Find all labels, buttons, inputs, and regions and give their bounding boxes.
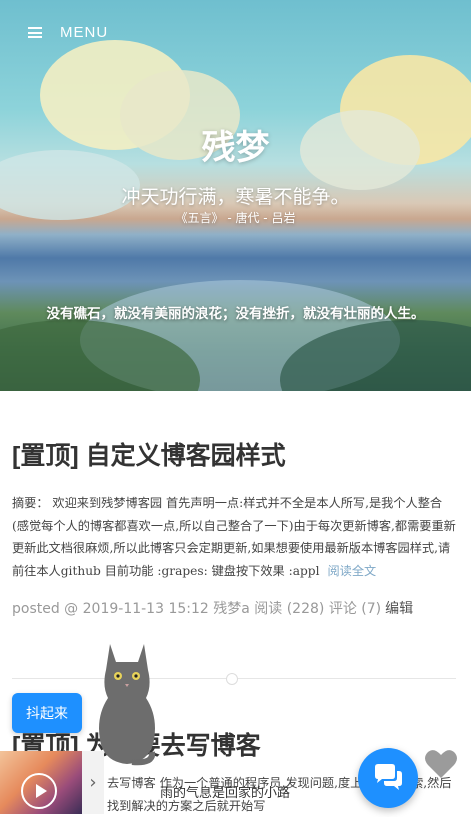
hamburger-icon: [28, 27, 42, 38]
cat-mascot-icon[interactable]: [92, 636, 162, 766]
post-title[interactable]: [置顶] 自定义博客园样式: [12, 436, 456, 472]
read-more-link[interactable]: 阅读全文: [327, 564, 376, 578]
menu-button[interactable]: MENU: [28, 24, 108, 41]
header-banner: MENU 残梦 冲天功行满，寒暑不能争。 《五言》 - 唐代 - 吕岩 没有礁石…: [0, 0, 471, 391]
post-summary-text: 摘要： 欢迎来到残梦博客园 首先声明一点:样式并不全是本人所写,是我个人整合(感…: [12, 496, 456, 578]
chat-bubbles-icon: [375, 764, 402, 790]
poem-line: 冲天功行满，寒暑不能争。: [121, 186, 350, 208]
motto-text: 没有礁石，就没有美丽的浪花；没有挫折，就没有壮丽的人生。: [46, 306, 425, 322]
post-meta: posted @ 2019-11-13 15:12 残梦a 阅读 (228) 评…: [12, 598, 456, 618]
music-player: ›: [0, 751, 104, 814]
post-item: [置顶] 自定义博客园样式 摘要： 欢迎来到残梦博客园 首先声明一点:样式并不全…: [12, 436, 456, 618]
chat-button[interactable]: [358, 748, 418, 808]
album-cover: [0, 751, 82, 814]
poem-source: 《五言》 - 唐代 - 吕岩: [175, 211, 296, 225]
player-toggle-button[interactable]: ›: [82, 751, 104, 814]
site-title: 残梦: [201, 128, 270, 168]
edit-link[interactable]: 编辑: [385, 601, 413, 617]
divider-dot: [226, 673, 238, 685]
post-summary: 摘要： 欢迎来到残梦博客园 首先声明一点:样式并不全是本人所写,是我个人整合(感…: [12, 492, 456, 582]
heart-icon[interactable]: [424, 748, 458, 780]
song-title: 雨的气息是回家的小路: [160, 786, 291, 801]
post-meta-text: posted @ 2019-11-13 15:12 残梦a 阅读 (228) 评…: [12, 601, 382, 617]
menu-label: MENU: [60, 24, 109, 41]
back-to-top-button[interactable]: 抖起来: [12, 693, 82, 733]
play-icon[interactable]: [21, 773, 57, 809]
